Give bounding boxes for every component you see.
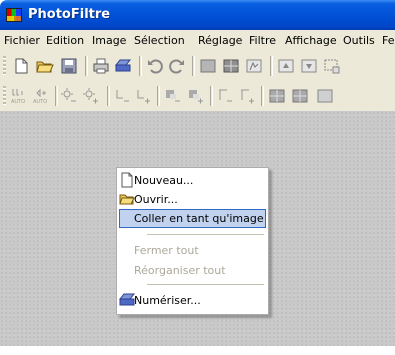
menu-item-paste-as-image[interactable]: Coller en tant qu'image [119,209,266,228]
auto-label: AUTO [11,99,25,105]
menu-item-label: Fermer tout [134,244,199,257]
open-folder-icon[interactable] [36,57,54,75]
open-folder-icon [119,194,135,205]
redo-icon[interactable] [168,57,186,75]
filter-b-icon[interactable] [291,87,309,105]
saturation-plus-icon[interactable] [187,87,205,105]
filter-c-icon[interactable] [316,87,334,105]
menu-item-open[interactable]: Ouvrir... [119,190,266,209]
grid-icon[interactable] [222,57,240,75]
undo-icon[interactable] [146,57,164,75]
menu-reglage[interactable]: Réglage [198,34,242,47]
gamma-plus-icon[interactable] [238,87,256,105]
toolbar-grip[interactable] [3,86,6,106]
fill-icon[interactable] [199,57,217,75]
toolbar-separator [192,56,195,76]
menu-separator [147,234,264,235]
menu-item-label: Nouveau... [134,174,194,187]
brightness-minus-icon[interactable] [60,87,78,105]
print-icon[interactable] [92,57,110,75]
toolbar-separator [85,56,88,76]
toolbar-grip[interactable] [3,56,6,76]
toolbar-separator [139,56,142,76]
transform-icon[interactable] [245,57,263,75]
saturation-minus-icon[interactable] [164,87,182,105]
save-disk-icon[interactable] [60,57,78,75]
adjustments-toolbar: AUTO AUTO [0,81,395,111]
context-menu: Nouveau... Ouvrir... Coller en tant qu'i… [116,167,269,315]
selection-icon[interactable] [323,57,341,75]
toolbar-separator [107,86,110,106]
menu-item-label: Numériser... [134,294,201,307]
window-title: PhotoFiltre [28,7,111,22]
menu-affichage[interactable]: Affichage [285,34,337,47]
menu-item-label: Réorganiser tout [134,264,226,277]
import-icon[interactable] [277,57,295,75]
new-file-icon [121,172,133,188]
menu-edition[interactable]: Edition [46,34,84,47]
title-bar[interactable]: PhotoFiltre [0,0,395,30]
menu-item-scan[interactable]: Numériser... [119,291,266,310]
main-toolbar [0,51,395,81]
auto-levels-icon[interactable]: AUTO [10,87,28,105]
menu-item-new[interactable]: Nouveau... [119,171,266,190]
menu-fichier[interactable]: Fichier [4,34,40,47]
gamma-minus-icon[interactable] [216,87,234,105]
toolbar-separator [157,86,160,106]
contrast-minus-icon[interactable] [113,87,131,105]
photofiltre-logo-icon [6,8,22,22]
toolbar-separator [210,86,213,106]
menu-item-close-all[interactable]: Fermer tout [119,241,266,260]
new-file-icon[interactable] [12,57,30,75]
menu-selection[interactable]: Sélection [134,34,185,47]
menu-filtre[interactable]: Filtre [249,34,276,47]
menu-image[interactable]: Image [92,34,126,47]
brightness-plus-icon[interactable] [82,87,100,105]
contrast-plus-icon[interactable] [134,87,152,105]
toolbar-separator [270,56,273,76]
scan-icon[interactable] [114,57,132,75]
menu-outils[interactable]: Outils [343,34,375,47]
menu-separator [147,284,264,285]
app-window: PhotoFiltre Fichier Edition Image Sélect… [0,0,395,346]
menu-item-label: Coller en tant qu'image [134,212,264,225]
filter-a-icon[interactable] [268,87,286,105]
toolbar-separator [261,86,264,106]
menu-item-label: Ouvrir... [134,193,178,206]
export-icon[interactable] [300,57,318,75]
auto-label: AUTO [33,99,47,105]
menu-fenetre[interactable]: Fe [382,34,395,47]
scanner-icon [119,293,135,306]
toolbar-separator [55,86,58,106]
auto-contrast-icon[interactable]: AUTO [32,87,50,105]
menu-item-arrange-all[interactable]: Réorganiser tout [119,261,266,280]
menu-bar: Fichier Edition Image Sélection Réglage … [0,30,395,51]
